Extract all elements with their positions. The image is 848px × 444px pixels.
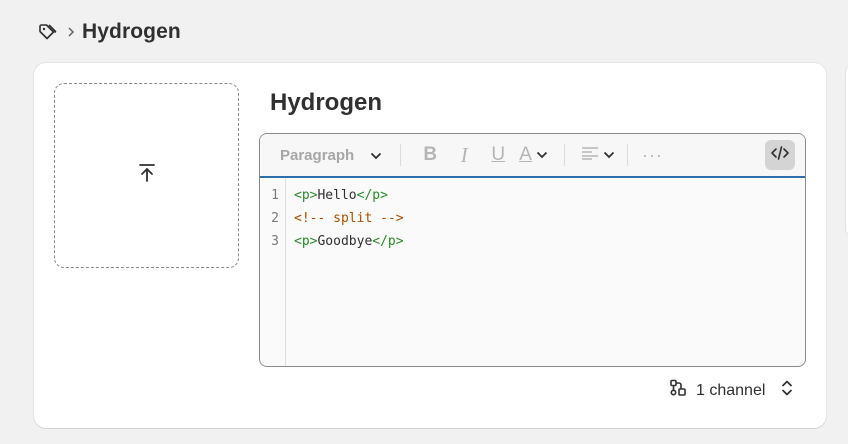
code-line: <p>Goodbye</p> [294, 232, 404, 255]
code-icon [770, 145, 790, 166]
block-format-select[interactable]: Paragraph [280, 147, 388, 164]
line-number: 2 [271, 211, 279, 226]
html-comment: <!-- split --> [294, 211, 404, 226]
line-number: 3 [271, 234, 279, 249]
code-line: <!-- split --> [294, 209, 404, 232]
italic-button[interactable]: I [451, 142, 477, 168]
line-number-gutter: 1 2 3 [260, 178, 286, 366]
product-card: Hydrogen Paragraph B I U A ··· 1 2 3 <p>… [34, 63, 826, 428]
code-editor[interactable]: 1 2 3 <p>Hello</p> <!-- split --> <p>Goo… [260, 178, 805, 366]
html-tag: </p> [372, 234, 404, 249]
rich-text-editor[interactable]: Paragraph B I U A ··· 1 2 3 <p>Hello</p>… [259, 133, 806, 367]
code-lines[interactable]: <p>Hello</p> <!-- split --> <p>Goodbye</… [286, 178, 404, 366]
html-tag: </p> [356, 188, 388, 203]
text-color-label: A [519, 144, 532, 165]
code-line: <p>Hello</p> [294, 186, 404, 209]
channels-selector[interactable]: 1 channel [668, 378, 793, 403]
html-text: Goodbye [317, 234, 373, 249]
editor-toolbar: Paragraph B I U A ··· [260, 134, 805, 178]
chevron-down-icon [370, 147, 382, 164]
product-title: Hydrogen [270, 89, 383, 116]
media-dropzone[interactable] [54, 83, 239, 268]
more-options-button[interactable]: ··· [642, 145, 663, 166]
selector-icon [781, 379, 793, 402]
html-tag: <p> [294, 188, 318, 203]
html-tag: <p> [294, 234, 318, 249]
chevron-down-icon [536, 146, 548, 164]
chevron-down-icon [603, 146, 615, 164]
block-format-label: Paragraph [280, 146, 355, 164]
code-view-toggle[interactable] [765, 140, 795, 170]
html-text: Hello [317, 188, 357, 203]
bold-button[interactable]: B [417, 142, 443, 168]
underline-button[interactable]: U [485, 142, 511, 168]
tag-icon[interactable] [34, 19, 60, 45]
align-left-icon [581, 146, 599, 165]
toolbar-divider [563, 144, 565, 166]
upload-icon [136, 162, 158, 189]
chevron-right-icon [66, 26, 76, 38]
text-color-button[interactable]: A [519, 144, 548, 166]
breadcrumb: Hydrogen [34, 18, 181, 46]
channels-icon [668, 378, 688, 403]
channels-label: 1 channel [696, 381, 766, 399]
align-button[interactable] [581, 146, 615, 165]
line-number: 1 [271, 188, 279, 203]
toolbar-divider [626, 144, 628, 166]
page-title: Hydrogen [82, 20, 181, 43]
toolbar-divider [400, 144, 402, 166]
